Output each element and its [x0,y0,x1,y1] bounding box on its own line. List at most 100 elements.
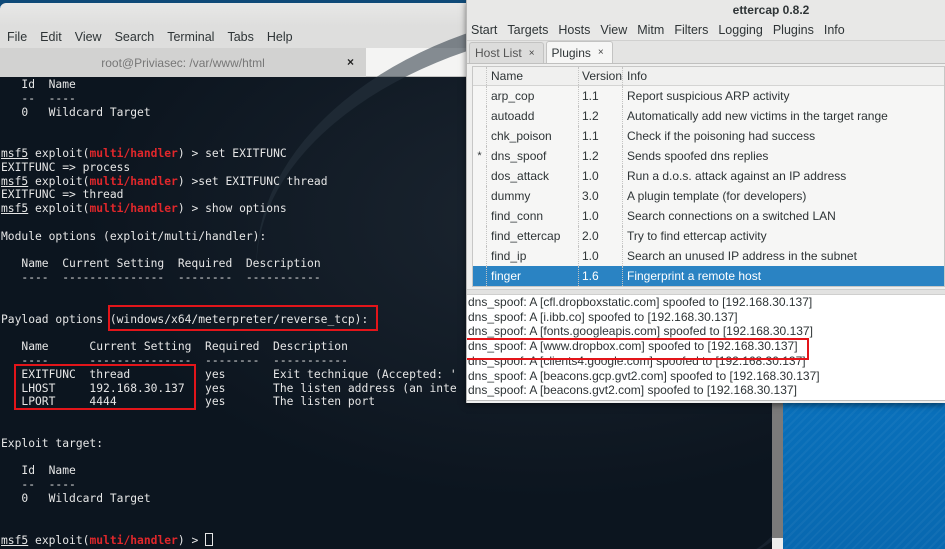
menu-filters[interactable]: Filters [674,23,708,37]
prompt-exploit-text: exploit( [28,146,90,160]
terminal-line: 0 Wildcard Target [1,491,151,505]
msf-prompt-prefix: msf5 [1,202,29,216]
log-lines: dns_spoof: A [cfl.dropboxstatic.com] spo… [468,295,945,398]
prompt-suffix: ) > [177,534,199,548]
plugin-name: dos_attack [487,166,579,186]
prompt-command [198,534,205,547]
prompt-command: set EXITFUNC [198,146,287,160]
terminal-prompt-line: msf5 exploit(multi/handler) > [1,533,783,547]
plugin-version: 1.1 [579,126,623,146]
terminal-line: -- ---- [1,478,76,492]
menu-plugins[interactable]: Plugins [773,23,814,37]
log-line: dns_spoof: A [clients4.google.com] spoof… [468,353,806,368]
terminal-tab[interactable]: root@Priviasec: /var/www/html × [0,48,366,77]
plugin-version: 1.2 [579,146,623,166]
scroll-down-arrow-icon[interactable] [772,538,783,549]
plugin-active-marker [473,126,487,146]
prompt-exploit-text: exploit( [28,534,90,548]
msf-prompt-prefix: msf5 [1,146,29,160]
terminal-line: Id Name [1,464,76,478]
menu-file[interactable]: File [7,30,27,44]
plugin-active-marker [473,266,487,286]
menu-mitm[interactable]: Mitm [637,23,664,37]
terminal-cursor[interactable] [205,533,214,547]
log-line: dns_spoof: A [beacons.gcp.gvt2.com] spoo… [468,368,820,383]
prompt-suffix: ) > [177,174,199,188]
terminal-line: Exploit target: [1,436,104,450]
menu-tabs[interactable]: Tabs [227,30,253,44]
plugin-version: 1.0 [579,166,623,186]
column-header-version[interactable]: Version [579,67,623,85]
plugin-row-find-ettercap[interactable]: find_ettercap 2.0 Try to find ettercap act… [473,226,944,246]
plugin-version: 1.6 [579,266,623,286]
menu-logging[interactable]: Logging [718,23,763,37]
plugin-info: Run a d.o.s. attack against an IP addres… [627,169,847,183]
menu-edit[interactable]: Edit [40,30,62,44]
column-header-active[interactable] [473,67,487,85]
plugin-row-find-ip[interactable]: find_ip 1.0 Search an unused IP address in… [473,246,944,266]
plugin-name: find_ettercap [487,226,579,246]
plugins-table: Name Version Info arp_cop 1.1 Report suspi… [472,66,945,287]
plugin-info: A plugin template (for developers) [627,189,807,203]
plugin-row-chk-poison[interactable]: chk_poison 1.1 Check if the poisoning had … [473,126,944,146]
plugin-row-dos-attack[interactable]: dos_attack 1.0 Run a d.o.s. attack against… [473,166,944,186]
tab-host-list-label: Host List [475,46,522,60]
menu-hosts[interactable]: Hosts [558,23,590,37]
menu-targets[interactable]: Targets [507,23,548,37]
plugin-row-dns-spoof[interactable]: * dns_spoof 1.2 Sends spoofed dns replies [473,146,944,166]
plugin-active-marker [473,226,487,246]
plugin-info: Automatically add new victims in the tar… [627,109,888,123]
ettercap-tab-bar: Host List × Plugins × [467,41,945,64]
ettercap-log-output[interactable]: dns_spoof: A [cfl.dropboxstatic.com] spo… [467,295,945,401]
plugin-name: autoadd [487,106,579,126]
prompt-command: show options [198,202,287,216]
plugin-active-marker [473,86,487,106]
plugins-table-header: Name Version Info [473,67,944,86]
plugin-name: find_conn [487,206,579,226]
prompt-command: set EXITFUNC thread [198,174,328,188]
plugin-row-finger[interactable]: finger 1.6 Fingerprint a remote host [473,266,944,286]
menu-terminal[interactable]: Terminal [167,30,214,44]
ettercap-menubar: Start Targets Hosts View Mitm Filters Lo… [467,19,945,41]
menu-info[interactable]: Info [824,23,845,37]
ettercap-window: ettercap 0.8.2 Start Targets Hosts View … [466,0,945,403]
tab-plugins[interactable]: Plugins × [545,41,613,63]
plugin-row-dummy[interactable]: dummy 3.0 A plugin template (for developer… [473,186,944,206]
close-tab-icon[interactable]: × [347,55,354,69]
log-line: dns_spoof: A [i.ibb.co] spoofed to [192.… [468,309,738,324]
tab-plugins-label: Plugins [551,45,591,60]
ettercap-titlebar[interactable]: ettercap 0.8.2 [467,0,945,19]
plugin-info: Sends spoofed dns replies [627,149,769,163]
menu-view[interactable]: View [600,23,627,37]
log-line: dns_spoof: A [beacons.gvt2.com] spoofed … [468,383,797,398]
menu-help[interactable]: Help [267,30,293,44]
plugin-row-find-conn[interactable]: find_conn 1.0 Search connections on a swit… [473,206,944,226]
log-line: dns_spoof: A [fonts.googleapis.com] spoo… [468,324,813,339]
plugin-row-arp-cop[interactable]: arp_cop 1.1 Report suspicious ARP activity [473,86,944,106]
prompt-exploit-text: exploit( [28,202,90,216]
plugin-active-marker [473,106,487,126]
plugin-info: Try to find ettercap activity [627,229,767,243]
plugin-name: dns_spoof [487,146,579,166]
plugin-row-autoadd[interactable]: autoadd 1.2 Automatically add new victims … [473,106,944,126]
menu-view[interactable]: View [75,30,102,44]
column-header-name[interactable]: Name [487,67,579,85]
plugin-name: dummy [487,186,579,206]
menu-start[interactable]: Start [471,23,497,37]
menu-search[interactable]: Search [115,30,155,44]
prompt-suffix: ) > [177,202,199,216]
plugin-info: Fingerprint a remote host [627,269,762,283]
plugin-version: 1.0 [579,206,623,226]
plugin-name: finger [487,266,579,286]
ettercap-window-title: ettercap 0.8.2 [732,2,810,17]
close-tab-icon[interactable]: × [529,48,535,59]
close-tab-icon[interactable]: × [598,47,604,58]
tab-host-list[interactable]: Host List × [469,42,544,63]
plugin-name: arp_cop [487,86,579,106]
column-header-info[interactable]: Info [623,67,944,85]
